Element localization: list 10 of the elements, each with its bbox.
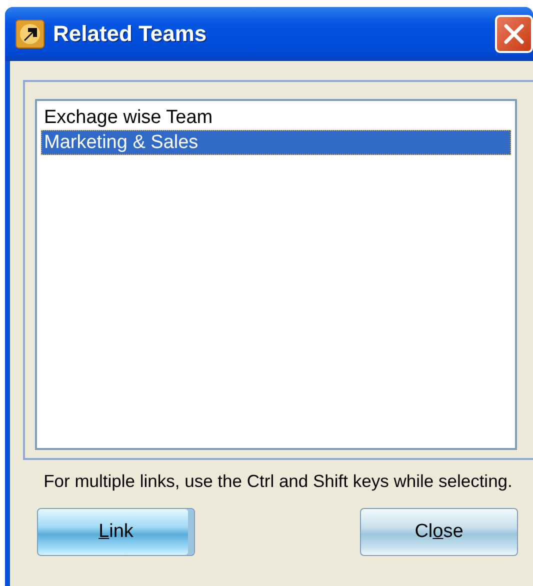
link-button[interactable]: Link bbox=[37, 508, 195, 556]
list-item[interactable]: Exchage wise Team bbox=[41, 105, 511, 130]
window-title: Related Teams bbox=[53, 21, 208, 47]
hint-text: For multiple links, use the Ctrl and Shift keys while selecting. bbox=[43, 470, 513, 493]
close-icon bbox=[503, 23, 525, 45]
team-list[interactable]: Exchage wise Team Marketing & Sales bbox=[35, 99, 517, 450]
close-button[interactable] bbox=[495, 15, 533, 53]
app-icon bbox=[15, 19, 45, 49]
list-item[interactable]: Marketing & Sales bbox=[41, 130, 511, 155]
close-dialog-button[interactable]: Close bbox=[360, 508, 518, 556]
